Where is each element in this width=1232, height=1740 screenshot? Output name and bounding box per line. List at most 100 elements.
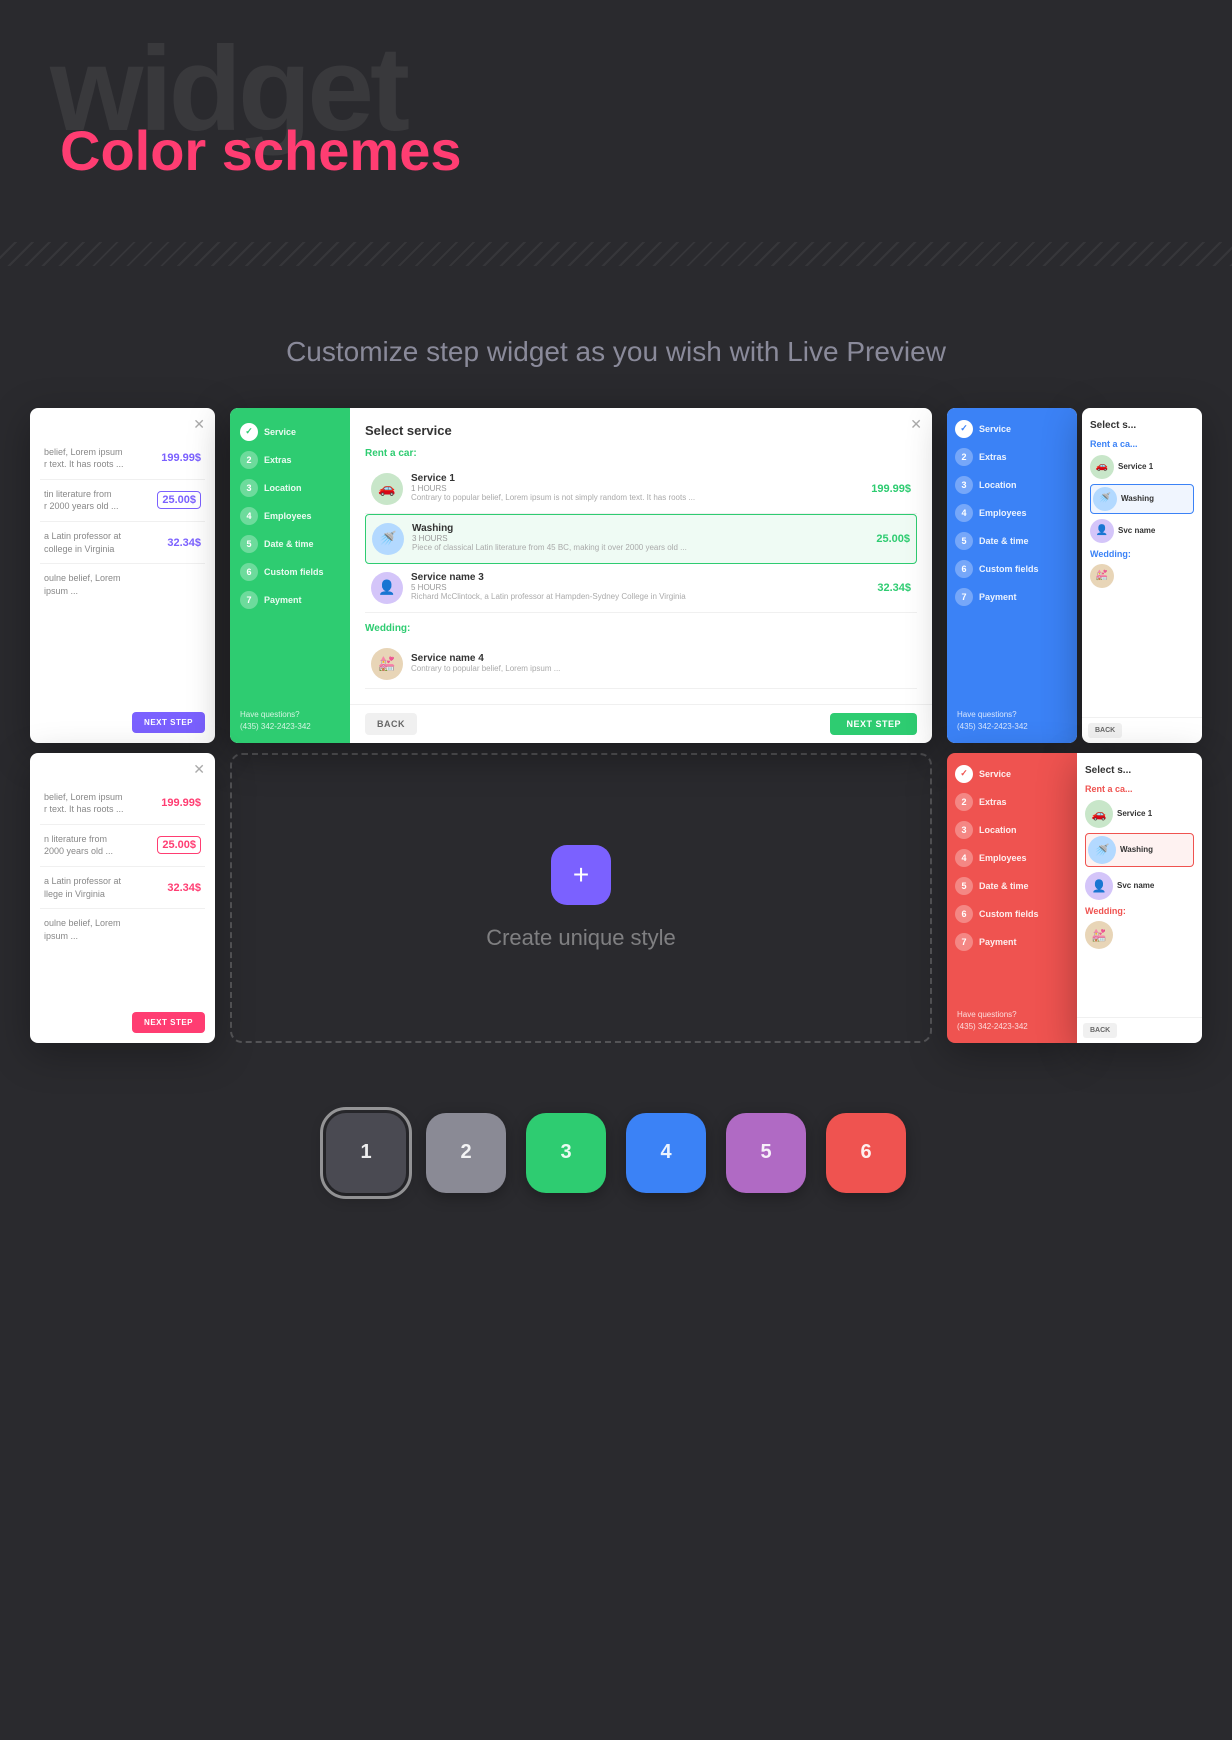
service-price-2: 25.00$ [157, 491, 201, 509]
service-item-pink-2: n literature from2000 years old ... 25.0… [40, 825, 205, 867]
step-num-3: 3 [240, 479, 258, 497]
partial-sidebar-blue: ✓ Service 2 Extras 3 Location 4 Employee… [947, 408, 1077, 743]
s-hours-1: 1 HOURS [411, 484, 853, 493]
blue-back-btn[interactable]: BACK [1088, 723, 1122, 738]
blue-name-2: Washing [1121, 494, 1191, 503]
service-item-3: a Latin professor atcollege in Virginia … [40, 522, 205, 564]
partial-step-num-4: 4 [955, 504, 973, 522]
s-name-2: Washing [412, 523, 852, 534]
service-row-4[interactable]: 💒 Service name 4 Contrary to popular bel… [365, 640, 917, 689]
next-step-button-green[interactable]: NEXT STEP [830, 713, 917, 735]
service-desc-4: oulne belief, Lorem ipsum ... [44, 572, 144, 597]
red-step-label-extras: Extras [979, 797, 1007, 807]
red-step-num-6: 6 [955, 905, 973, 923]
service-item-2: tin literature fromr 2000 years old ... … [40, 480, 205, 522]
service-desc-pink-4: oulne belief, Lorem ipsum ... [44, 917, 144, 942]
color-selectors: 1 2 3 4 5 6 [0, 1073, 1232, 1233]
close-icon-pink[interactable]: ✕ [193, 761, 205, 778]
blue-service-row-1: 🚗 Service 1 [1090, 455, 1194, 479]
step-num-5: 5 [240, 535, 258, 553]
s-desc-3: Richard McClintock, a Latin professor at… [411, 592, 853, 602]
close-icon-main[interactable]: ✕ [910, 416, 922, 433]
red-step-extras: 2 Extras [955, 793, 1069, 811]
red-service-row-1: 🚗 Service 1 [1085, 800, 1194, 828]
partial-step-num-5: 5 [955, 532, 973, 550]
create-style-plus-button[interactable]: + [551, 845, 611, 905]
s-desc-2: Piece of classical Latin literature from… [412, 543, 852, 553]
service-info-2: Washing 3 HOURS Piece of classical Latin… [412, 523, 852, 553]
red-step-label-custom: Custom fields [979, 909, 1039, 919]
red-back-btn[interactable]: BACK [1083, 1023, 1117, 1038]
sidebar-green: ✓ Service 2 Extras 3 Location 4 Employee… [230, 408, 350, 743]
service-row-1[interactable]: 🚗 Service 1 1 HOURS Contrary to popular … [365, 465, 917, 514]
color-btn-2-label: 2 [460, 1141, 471, 1164]
step-label-extras: Extras [264, 455, 292, 465]
next-step-button-pink[interactable]: NEXT STEP [132, 1012, 205, 1033]
blue-service-row-3: 👤 Svc name [1090, 519, 1194, 543]
red-thumb-2: 🚿 [1088, 836, 1116, 864]
partial-step-datetime: 5 Date & time [955, 532, 1069, 550]
step-label-employees: Employees [264, 511, 312, 521]
red-service-row-4: 💒 [1085, 921, 1194, 949]
service-item-4: oulne belief, Lorem ipsum ... [40, 564, 205, 605]
step-num-2: 2 [240, 451, 258, 469]
partial-step-num-3: 3 [955, 476, 973, 494]
main-content-green: ✕ Select service Rent a car: 🚗 Service 1… [350, 408, 932, 743]
service-item-pink-3: a Latin professor atllege in Virginia 32… [40, 867, 205, 909]
hero-section: widget Color schemes [0, 0, 1232, 222]
back-button-green[interactable]: BACK [365, 713, 417, 735]
color-btn-1[interactable]: 1 [326, 1113, 406, 1193]
service-item-1: belief, Lorem ipsumr text. It has roots … [40, 438, 205, 480]
color-btn-6[interactable]: 6 [826, 1113, 906, 1193]
service-list-pink: belief, Lorem ipsumr text. It has roots … [30, 753, 215, 961]
blue-thumb-2: 🚿 [1093, 487, 1117, 511]
blue-service-row-4: 💒 [1090, 564, 1194, 588]
red-step-num-5: 5 [955, 877, 973, 895]
divider-stripe [0, 242, 1232, 266]
color-btn-4[interactable]: 4 [626, 1113, 706, 1193]
partial-step-num-6: 6 [955, 560, 973, 578]
partial-step-num-2: 2 [955, 448, 973, 466]
partial-step-employees: 4 Employees [955, 504, 1069, 522]
next-step-button-purple[interactable]: NEXT STEP [132, 712, 205, 733]
step-num-4: 4 [240, 507, 258, 525]
red-step-label-payment: Payment [979, 937, 1017, 947]
service-desc-3: a Latin professor atcollege in Virginia [44, 530, 121, 555]
red-step-num-2: 2 [955, 793, 973, 811]
blue-thumb-1: 🚗 [1090, 455, 1114, 479]
red-step-label-service: Service [979, 769, 1011, 779]
partial-step-label-payment: Payment [979, 592, 1017, 602]
blue-service-row-2: 🚿 Washing [1090, 484, 1194, 514]
service-cost-2: 25.00$ [860, 533, 910, 545]
red-step-location: 3 Location [955, 821, 1069, 839]
red-bottom-bar: BACK [1077, 1017, 1202, 1043]
blue-select-service-title: Select s... [1090, 420, 1194, 431]
red-wedding-label: Wedding: [1085, 906, 1194, 916]
widgets-row-1: ✕ belief, Lorem ipsumr text. It has root… [0, 408, 1232, 743]
sidebar-footer: Have questions? (435) 342-2423-342 [240, 709, 311, 733]
service-thumb-3: 👤 [371, 572, 403, 604]
step-num-7: 7 [240, 591, 258, 609]
red-step-num-7: 7 [955, 933, 973, 951]
partial-step-custom: 6 Custom fields [955, 560, 1069, 578]
blue-name-3: Svc name [1118, 526, 1194, 535]
s-name-1: Service 1 [411, 473, 853, 484]
red-select-service-title: Select s... [1085, 765, 1194, 776]
sidebar-step-custom: 6 Custom fields [240, 563, 340, 581]
sidebar-step-employees: 4 Employees [240, 507, 340, 525]
partial-step-label-datetime: Date & time [979, 536, 1029, 546]
color-btn-3[interactable]: 3 [526, 1113, 606, 1193]
sidebar-step-payment: 7 Payment [240, 591, 340, 609]
partial-step-label-service: Service [979, 424, 1011, 434]
color-btn-2[interactable]: 2 [426, 1113, 506, 1193]
s-name-3: Service name 3 [411, 572, 853, 583]
blue-content-inner: Select s... Rent a ca... 🚗 Service 1 🚿 W… [1082, 408, 1202, 600]
service-row-2[interactable]: 🚿 Washing 3 HOURS Piece of classical Lat… [365, 514, 917, 564]
red-step-num-4: 4 [955, 849, 973, 867]
service-row-3[interactable]: 👤 Service name 3 5 HOURS Richard McClint… [365, 564, 917, 613]
close-icon[interactable]: ✕ [193, 416, 205, 433]
s-desc-4: Contrary to popular belief, Lorem ipsum … [411, 664, 911, 674]
step-label-datetime: Date & time [264, 539, 314, 549]
color-btn-5[interactable]: 5 [726, 1113, 806, 1193]
category-wedding: Wedding: [365, 623, 917, 634]
